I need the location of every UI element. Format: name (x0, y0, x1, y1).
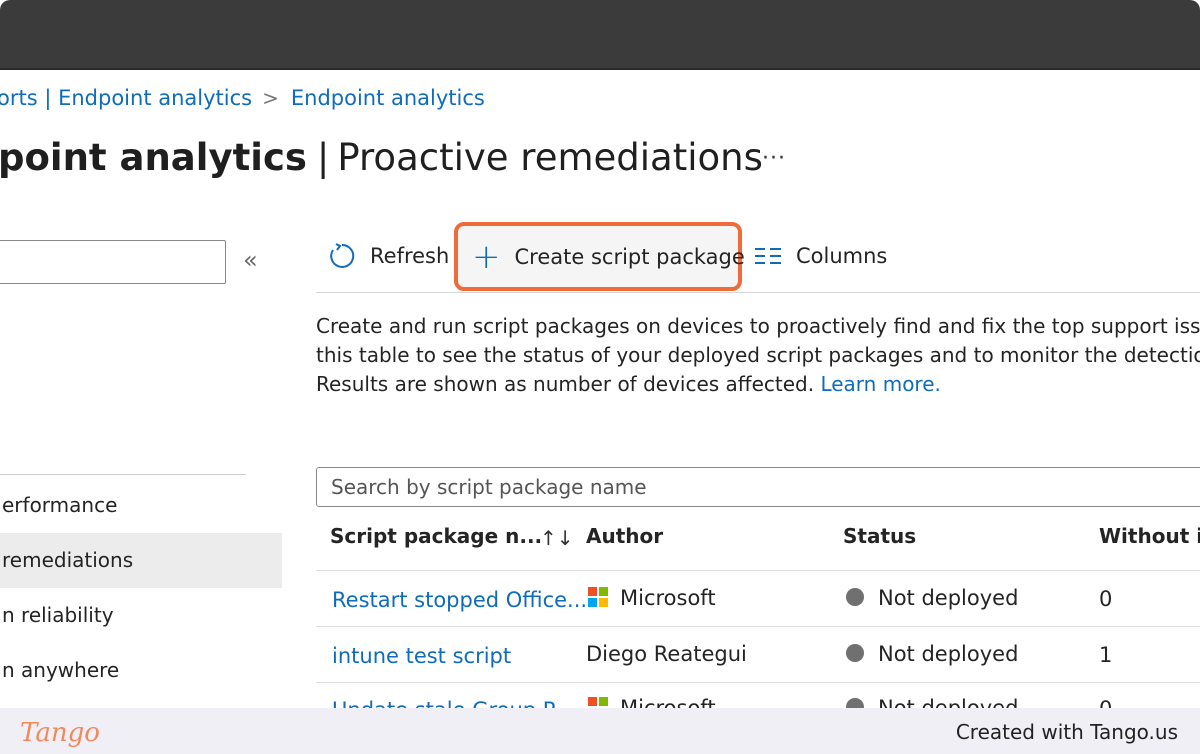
breadcrumb-separator-icon: > (262, 86, 279, 110)
columns-button[interactable]: Columns (754, 220, 887, 292)
page-title-separator: | (316, 136, 330, 179)
sort-icon[interactable]: ↑↓ (540, 526, 574, 550)
description-line: Results are shown as number of devices a… (316, 370, 1200, 399)
refresh-label: Refresh (370, 244, 450, 268)
learn-more-link[interactable]: Learn more. (820, 372, 940, 396)
created-with-text: Created with Tango.us (955, 720, 1178, 744)
description-line: this table to see the status of your dep… (316, 343, 1200, 367)
sidebar-item-performance[interactable]: erformance (0, 478, 282, 533)
page-title: point analytics | Proactive remediations (0, 136, 763, 179)
tango-footer: Tango Created with Tango.us (0, 708, 1200, 754)
without-issues-count: 1 (1099, 643, 1113, 667)
status-dot-icon (846, 644, 864, 662)
refresh-icon (330, 243, 355, 268)
collapse-sidebar-icon[interactable]: « (243, 246, 258, 274)
column-header-without-issues[interactable]: Without is (1099, 524, 1200, 548)
sidebar-item-label: erformance (2, 493, 118, 517)
breadcrumb-item-reports[interactable]: orts | Endpoint analytics (0, 86, 252, 110)
column-header-author[interactable]: Author (586, 524, 663, 548)
sidebar-item-proactive-remediations[interactable]: remediations (0, 533, 282, 588)
sidebar-divider (0, 474, 246, 475)
sidebar-item-label: n reliability (2, 603, 114, 627)
author-name: Microsoft (620, 586, 716, 610)
create-script-package-label: Create script package (514, 244, 745, 269)
browser-top-bar (0, 0, 1200, 68)
plus-icon: + (472, 236, 501, 277)
breadcrumb: orts | Endpoint analytics > Endpoint analy… (0, 86, 485, 110)
tango-logo: Tango (20, 718, 100, 748)
status-text: Not deployed (878, 586, 1019, 610)
page-title-primary: point analytics (0, 136, 307, 179)
description-text: Create and run script packages on device… (316, 312, 1200, 399)
more-options-icon[interactable]: ··· (762, 146, 786, 171)
author-name: Diego Reategui (586, 642, 747, 666)
without-issues-count: 0 (1099, 587, 1113, 611)
row-divider (316, 682, 1200, 683)
columns-label: Columns (796, 244, 888, 268)
script-package-search-input[interactable]: Search by script package name (316, 467, 1200, 507)
page-title-secondary: Proactive remediations (337, 136, 763, 179)
description-line-text: Results are shown as number of devices a… (316, 372, 815, 396)
breadcrumb-item-endpoint-analytics[interactable]: Endpoint analytics (291, 86, 485, 110)
description-line: Create and run script packages on device… (316, 314, 1200, 338)
sidebar-item-label: remediations (2, 548, 134, 572)
refresh-button[interactable]: Refresh (328, 220, 449, 292)
table-header-divider (316, 570, 1200, 571)
columns-icon (755, 248, 781, 264)
sidebar-item-work-from-anywhere[interactable]: n anywhere (0, 643, 282, 698)
sidebar-search-input[interactable] (0, 240, 226, 284)
status-text: Not deployed (878, 642, 1019, 666)
script-package-link[interactable]: Restart stopped Office... (332, 588, 587, 612)
row-divider (316, 626, 1200, 627)
status-dot-icon (846, 588, 864, 606)
create-script-package-button[interactable]: + Create script package (454, 222, 745, 291)
column-header-name[interactable]: Script package n... (330, 524, 542, 548)
sidebar-item-application-reliability[interactable]: n reliability (0, 588, 282, 643)
microsoft-logo-icon (588, 587, 608, 607)
top-bar-divider (0, 68, 1200, 70)
column-header-status[interactable]: Status (843, 524, 916, 548)
toolbar-divider (316, 292, 1200, 293)
script-package-link[interactable]: intune test script (332, 644, 511, 668)
sidebar-item-label: n anywhere (2, 658, 120, 682)
